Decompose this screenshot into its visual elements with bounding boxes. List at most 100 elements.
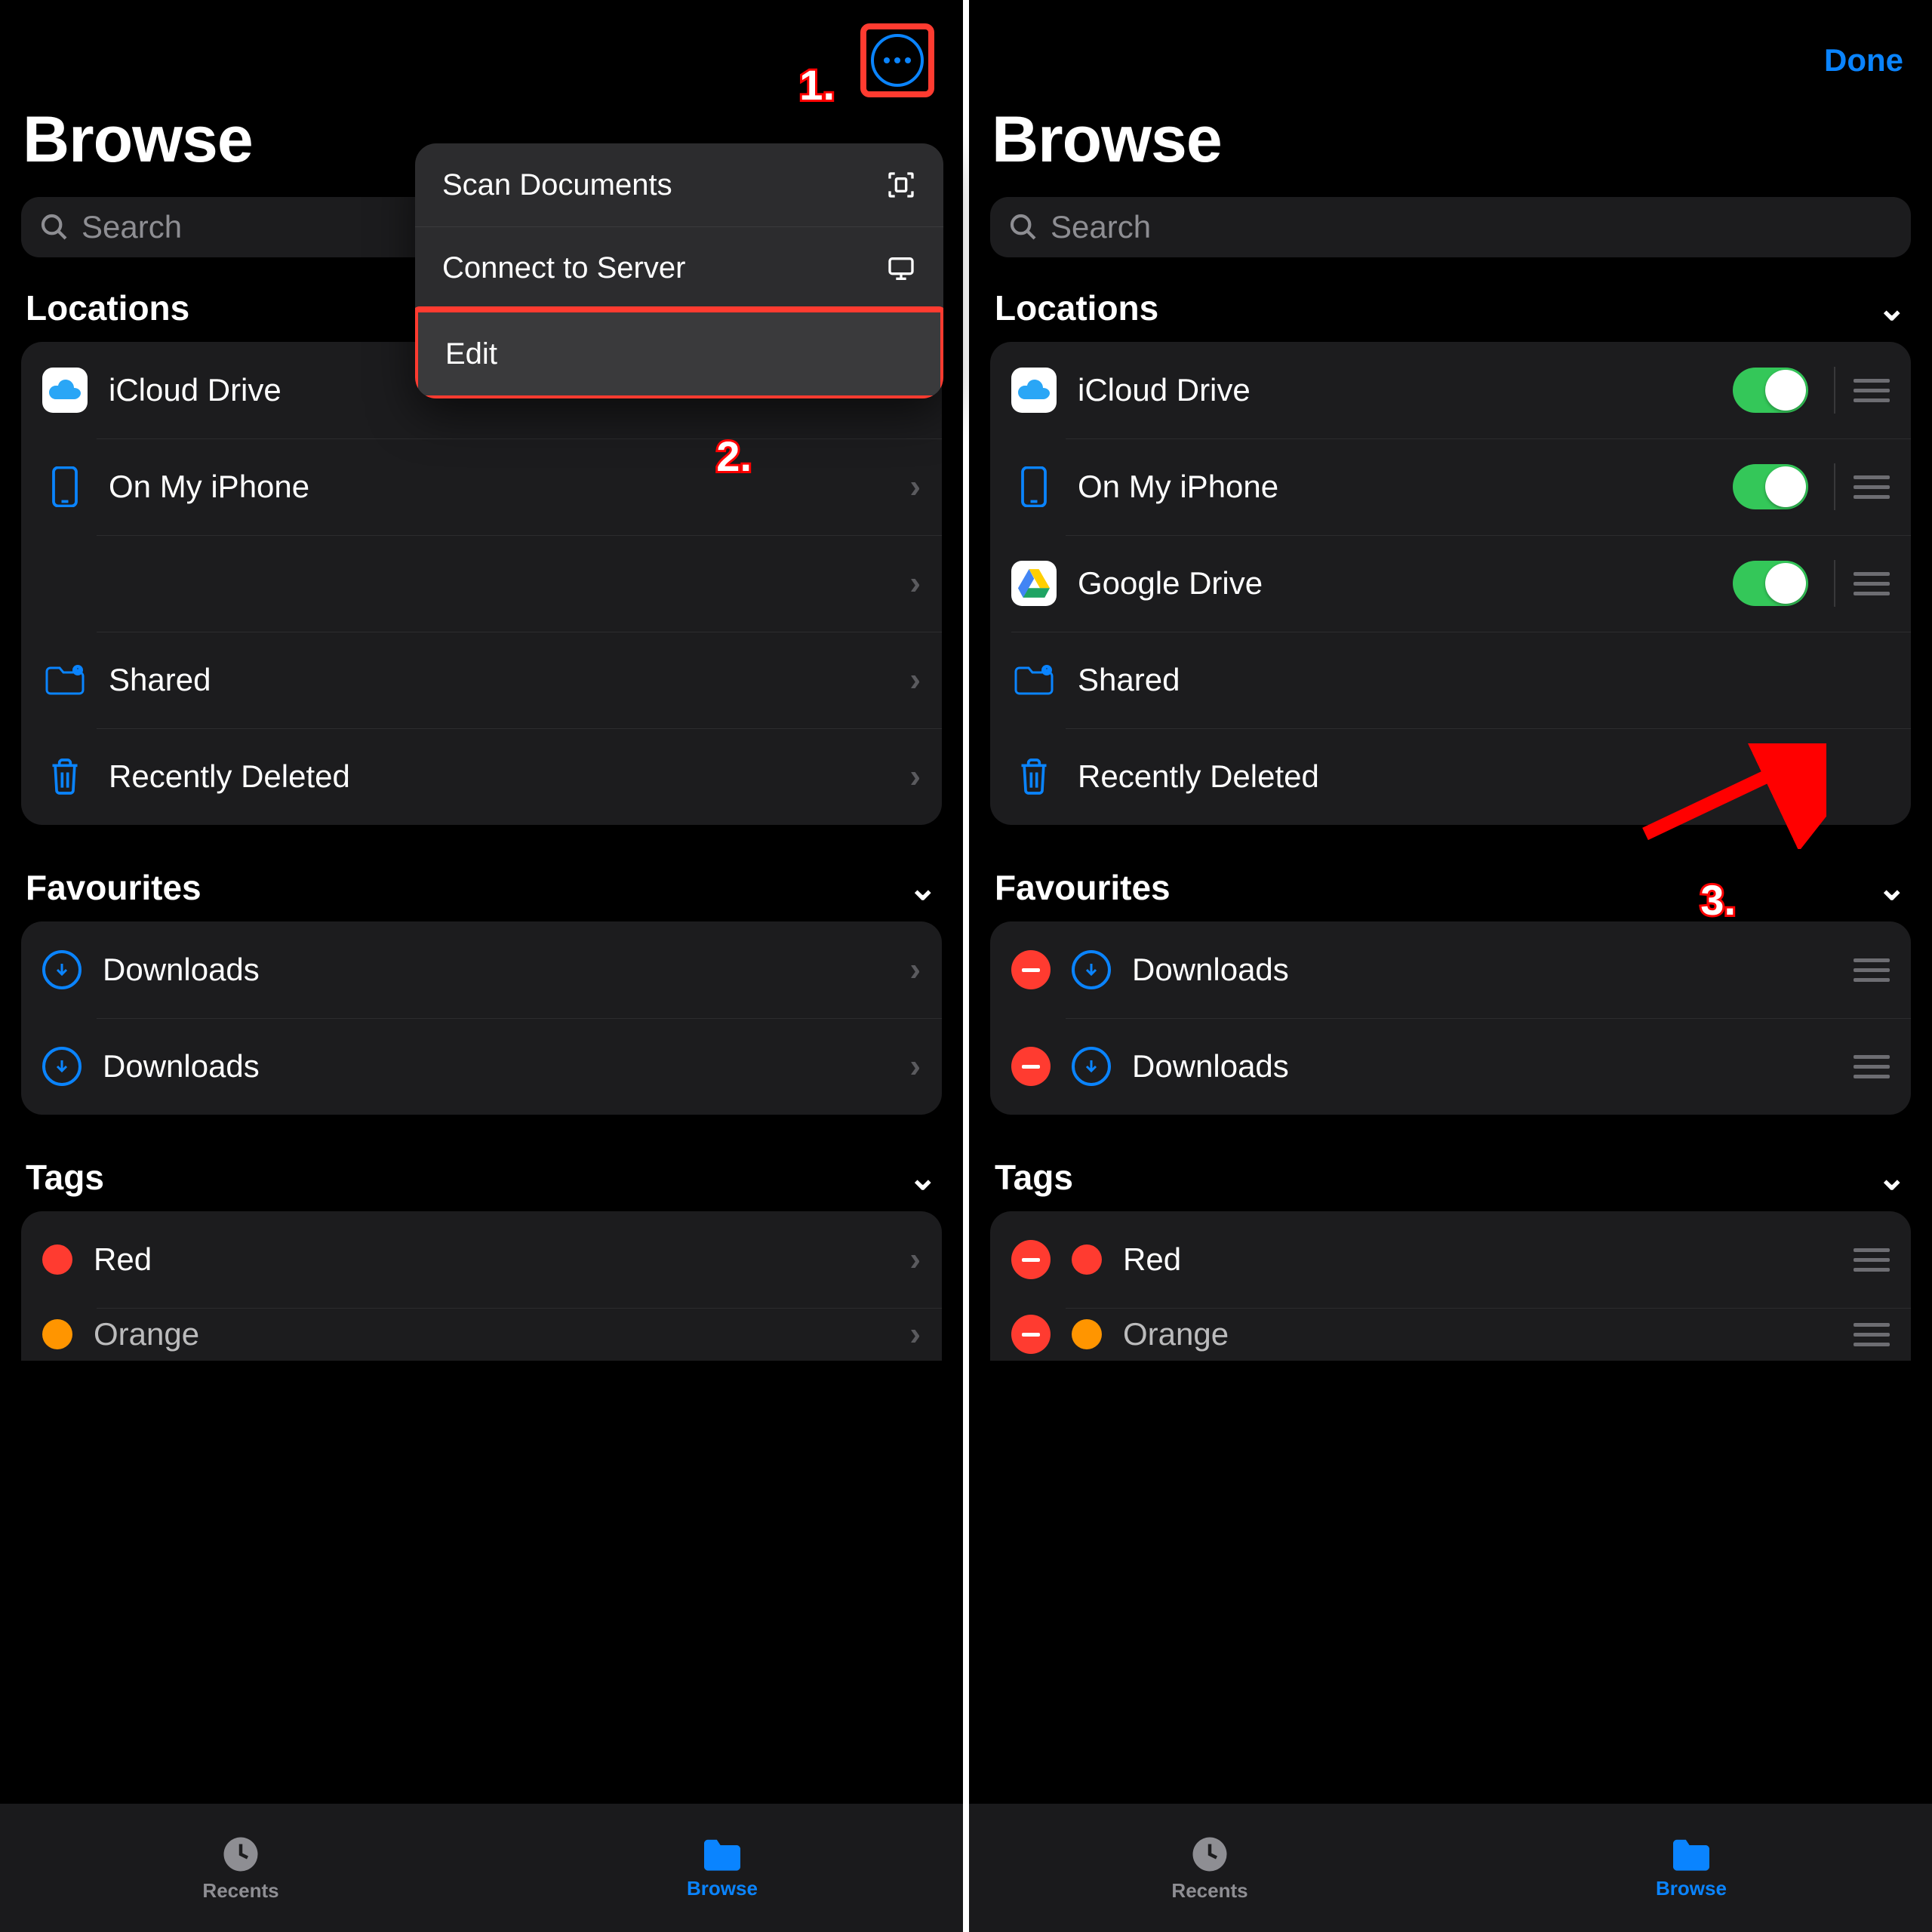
tab-recents[interactable]: Recents — [0, 1804, 481, 1932]
section-header-favourites[interactable]: Favourites ⌄ — [990, 867, 1911, 908]
location-row-recently-deleted[interactable]: Recently Deleted › — [21, 728, 942, 825]
annotation-box-2: Edit — [415, 306, 943, 398]
done-button[interactable]: Done — [1824, 42, 1903, 78]
drag-handle-icon[interactable] — [1834, 463, 1890, 510]
row-label: Downloads — [103, 952, 888, 988]
chevron-down-icon: ⌄ — [908, 867, 937, 908]
icloud-icon — [42, 368, 88, 413]
drag-handle-icon[interactable] — [1835, 1311, 1890, 1358]
section-header-tags[interactable]: Tags ⌄ — [21, 1157, 942, 1198]
location-row-google-drive[interactable]: Google Drive — [990, 535, 1911, 632]
menu-item-scan-documents[interactable]: Scan Documents — [415, 143, 943, 226]
server-icon — [886, 254, 916, 284]
chevron-right-icon: › — [909, 1241, 921, 1278]
tab-browse[interactable]: Browse — [1451, 1804, 1932, 1932]
section-header-locations[interactable]: Locations ⌄ — [990, 288, 1911, 328]
search-placeholder: Search — [1051, 209, 1151, 245]
delete-button[interactable] — [1011, 1047, 1051, 1086]
favourites-list: Downloads Downloads — [990, 921, 1911, 1115]
trash-icon — [1011, 754, 1057, 799]
favourite-row-downloads[interactable]: Downloads › — [21, 1018, 942, 1115]
location-row-iphone[interactable]: On My iPhone — [990, 438, 1911, 535]
tag-row-red[interactable]: Red — [990, 1211, 1911, 1308]
locations-list: iCloud Drive › On My iPhone › › Shared › — [21, 342, 942, 825]
menu-label: Connect to Server — [442, 251, 685, 285]
menu-item-connect-server[interactable]: Connect to Server — [415, 226, 943, 309]
drag-handle-icon[interactable] — [1834, 560, 1890, 607]
favourites-list: Downloads › Downloads › — [21, 921, 942, 1115]
tab-label: Recents — [202, 1879, 278, 1903]
favourite-row-downloads[interactable]: Downloads — [990, 1018, 1911, 1115]
row-label: Downloads — [1132, 952, 1810, 988]
tags-list: Red Orange — [990, 1211, 1911, 1361]
drag-handle-icon[interactable] — [1835, 1236, 1890, 1283]
download-icon — [42, 950, 82, 989]
clock-icon — [1189, 1834, 1230, 1875]
download-icon — [1072, 1047, 1111, 1086]
drag-handle-icon[interactable] — [1835, 946, 1890, 993]
folder-icon — [1669, 1836, 1714, 1872]
tag-color-dot — [42, 1319, 72, 1349]
section-label: Tags — [26, 1157, 104, 1198]
tags-list: Red › Orange › — [21, 1211, 942, 1361]
tag-color-dot — [42, 1244, 72, 1275]
row-label: Red — [94, 1241, 888, 1278]
section-header-tags[interactable]: Tags ⌄ — [990, 1157, 1911, 1198]
more-button[interactable] — [871, 34, 924, 87]
chevron-right-icon: › — [909, 758, 921, 795]
tab-recents[interactable]: Recents — [969, 1804, 1451, 1932]
favourite-row-downloads[interactable]: Downloads — [990, 921, 1911, 1018]
delete-button[interactable] — [1011, 950, 1051, 989]
toggle-iphone[interactable] — [1733, 464, 1808, 509]
tab-label: Recents — [1171, 1879, 1247, 1903]
row-label: Google Drive — [1078, 565, 1712, 601]
menu-label: Scan Documents — [442, 168, 672, 202]
row-label: Orange — [1123, 1316, 1810, 1352]
screenshot-divider — [963, 0, 969, 1932]
delete-button[interactable] — [1011, 1315, 1051, 1354]
search-icon — [1008, 212, 1038, 242]
chevron-down-icon: ⌄ — [1877, 288, 1906, 328]
drag-handle-icon[interactable] — [1834, 367, 1890, 414]
toggle-google-drive[interactable] — [1733, 561, 1808, 606]
section-header-favourites[interactable]: Favourites ⌄ — [21, 867, 942, 908]
favourite-row-downloads[interactable]: Downloads › — [21, 921, 942, 1018]
location-row-shared[interactable]: Shared › — [21, 632, 942, 728]
annotation-step-3: 3. — [1700, 875, 1736, 924]
location-row-icloud[interactable]: iCloud Drive — [990, 342, 1911, 438]
drag-handle-icon[interactable] — [1835, 1043, 1890, 1090]
menu-label: Edit — [445, 337, 497, 371]
scan-icon — [886, 170, 916, 200]
chevron-right-icon: › — [909, 468, 921, 506]
menu-item-edit[interactable]: Edit — [418, 312, 940, 395]
chevron-right-icon: › — [909, 951, 921, 989]
folder-icon — [700, 1836, 745, 1872]
row-label: Recently Deleted — [109, 758, 888, 795]
iphone-icon — [42, 464, 88, 509]
shared-folder-icon — [1011, 657, 1057, 703]
location-row-shared[interactable]: Shared — [990, 632, 1911, 728]
tag-row-red[interactable]: Red › — [21, 1211, 942, 1308]
row-label: Shared — [109, 662, 888, 698]
annotation-arrow — [1630, 743, 1826, 849]
right-screenshot: Done Browse Search Locations ⌄ iCloud Dr… — [969, 0, 1932, 1932]
blank-icon — [42, 561, 88, 606]
download-icon — [42, 1047, 82, 1086]
location-row-iphone[interactable]: On My iPhone › — [21, 438, 942, 535]
annotation-box-1 — [860, 23, 934, 97]
toggle-icloud[interactable] — [1733, 368, 1808, 413]
tag-row-orange[interactable]: Orange — [990, 1308, 1911, 1361]
chevron-right-icon: › — [909, 565, 921, 602]
chevron-down-icon: ⌄ — [1877, 1157, 1906, 1198]
chevron-right-icon: › — [909, 1315, 921, 1353]
row-label: Red — [1123, 1241, 1810, 1278]
tab-bar: Recents Browse — [969, 1804, 1932, 1932]
row-label: On My iPhone — [109, 469, 888, 505]
clock-icon — [220, 1834, 261, 1875]
search-field[interactable]: Search — [990, 197, 1911, 257]
location-row-blank[interactable]: › — [21, 535, 942, 632]
annotation-step-2: 2. — [716, 432, 752, 481]
tag-row-orange[interactable]: Orange › — [21, 1308, 942, 1361]
tab-browse[interactable]: Browse — [481, 1804, 963, 1932]
delete-button[interactable] — [1011, 1240, 1051, 1279]
